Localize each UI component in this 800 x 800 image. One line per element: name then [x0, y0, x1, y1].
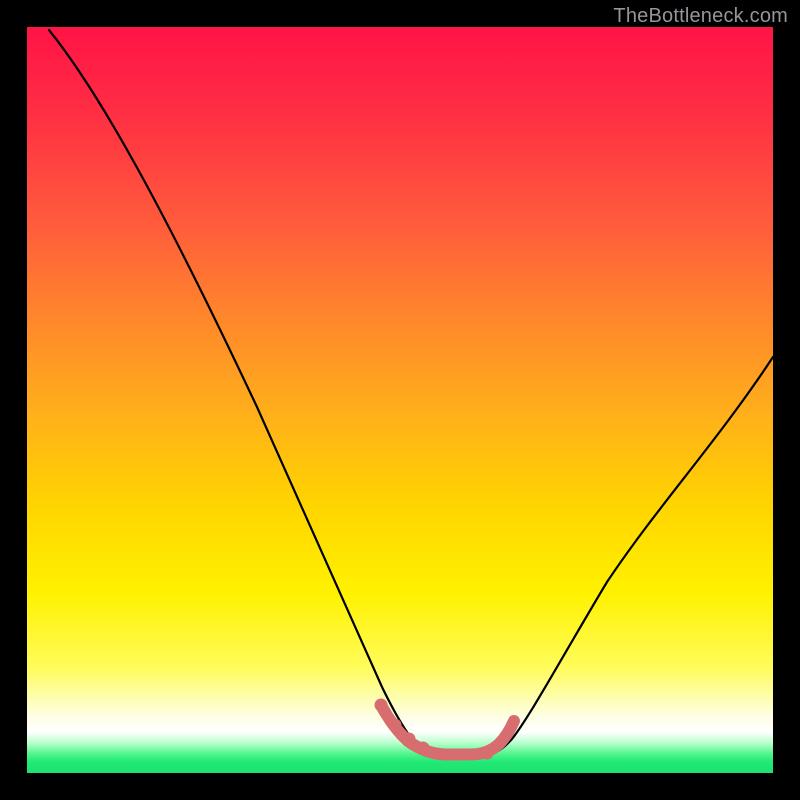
curve-overlay — [27, 27, 773, 773]
trough-dot — [375, 699, 388, 712]
trough-dot — [403, 733, 416, 746]
right-curve — [485, 357, 773, 755]
trough-dot — [417, 742, 430, 755]
left-curve — [49, 30, 441, 755]
trough-dot — [481, 747, 494, 760]
trough-dot — [389, 719, 402, 732]
trough-highlight — [381, 705, 514, 755]
watermark-text: TheBottleneck.com — [613, 5, 788, 28]
chart-stage: TheBottleneck.com — [0, 0, 800, 800]
